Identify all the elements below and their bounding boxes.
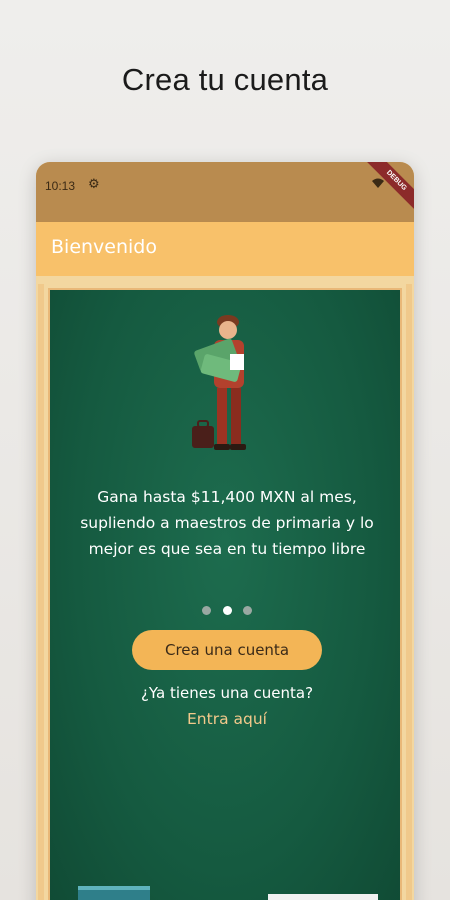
page-dot-active[interactable] — [222, 606, 232, 615]
create-account-button[interactable]: Crea una cuenta — [132, 630, 322, 670]
status-bar: 10:13 ⚙ DEBUG — [36, 162, 414, 222]
chalkboard: Gana hasta $11,400 MXN al mes, supliendo… — [48, 288, 402, 900]
teacher-illustration — [192, 315, 246, 450]
onboarding-message: Gana hasta $11,400 MXN al mes, supliendo… — [80, 488, 374, 558]
papers-decoration — [268, 894, 378, 900]
page-headline: Crea tu cuenta — [121, 62, 329, 97]
books-decoration — [78, 886, 150, 900]
page-dot[interactable] — [242, 606, 252, 615]
page-dot[interactable] — [202, 606, 212, 615]
phone-screen: 10:13 ⚙ DEBUG Bienvenido Gana hasta $11,… — [36, 162, 414, 900]
have-account-text: ¿Ya tienes una cuenta? — [140, 684, 314, 702]
content-area: Gana hasta $11,400 MXN al mes, supliendo… — [36, 276, 414, 900]
debug-banner: DEBUG — [362, 162, 414, 215]
app-bar-title: Bienvenido — [51, 236, 157, 258]
wifi-icon — [372, 178, 384, 188]
page-indicator — [50, 600, 404, 619]
login-link[interactable]: Entra aquí — [50, 710, 404, 728]
status-time: 10:13 — [45, 179, 76, 193]
app-bar: Bienvenido — [36, 222, 414, 276]
gear-icon: ⚙ — [88, 177, 100, 192]
